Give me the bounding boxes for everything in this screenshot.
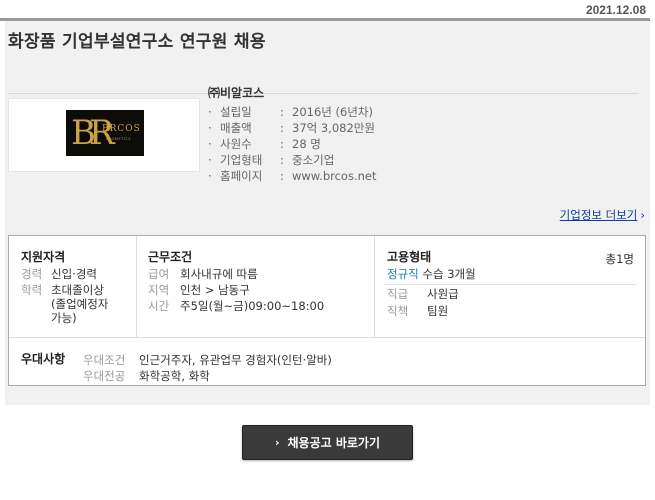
company-name: ㈜비알코스 <box>208 86 265 100</box>
employment-divider <box>385 284 636 285</box>
career-row: 경력 신입·경력 <box>21 267 97 281</box>
headcount: 총1명 <box>605 252 634 266</box>
company-detail-item: · 기업형태: 중소기업 <box>208 153 335 167</box>
education-row: 학력 초대졸이상 <box>21 283 104 297</box>
conditions-heading: 근무조건 <box>148 250 193 264</box>
education-note-end: 가능) <box>51 311 77 325</box>
employment-heading: 고용형태 <box>387 250 432 264</box>
preference-major-row: 우대전공 화학공학, 화학 <box>83 369 210 383</box>
company-logo: BR BRCOS COSMETICS <box>66 110 144 156</box>
company-detail-item: · 홈페이지: www.brcos.net <box>208 169 377 183</box>
chevron-right-icon: › <box>640 208 645 222</box>
employment-section: 고용형태 총1명 정규직 수습 3개월 직급 사원급 직책 팀원 <box>375 236 646 337</box>
education-note: (졸업예정자 <box>51 297 109 311</box>
posting-date: 2021.12.08 <box>585 3 646 17</box>
job-title: 화장품 기업부설연구소 연구원 채용 <box>8 32 266 52</box>
rank-row: 직급 사원급 <box>387 287 459 301</box>
section-divider <box>9 337 645 338</box>
region-row: 지역 인천 > 남동구 <box>148 283 250 297</box>
company-detail-item: · 설립일:2016년 (6년차) <box>208 105 373 119</box>
company-more-label: 기업정보 더보기 <box>559 208 638 222</box>
pay-row: 급여 회사내규에 따름 <box>148 267 258 281</box>
qualification-section: 지원자격 경력 신입·경력 학력 초대졸이상 (졸업예정자 가능) <box>9 236 137 337</box>
company-detail-item: · 매출액:37억 3,082만원 <box>208 121 375 135</box>
job-conditions-table: 지원자격 경력 신입·경력 학력 초대졸이상 (졸업예정자 가능) 근무조건 급여 회… <box>8 235 646 386</box>
qualification-heading: 지원자격 <box>21 250 66 264</box>
company-logo-box[interactable]: BR BRCOS COSMETICS <box>8 98 200 172</box>
company-details: · 설립일:2016년 (6년차) · 매출액:37억 3,082만원 · 사원수:2… <box>208 104 376 184</box>
chevron-right-icon: › <box>274 436 280 449</box>
company-more-link[interactable]: 기업정보 더보기 › <box>560 207 645 223</box>
preference-condition-row: 우대조건 인근거주자, 유관업무 경험자(인턴·알바) <box>83 353 332 367</box>
logo-sub: COSMETICS <box>106 137 131 141</box>
view-posting-button[interactable]: › 채용공고 바로가기 <box>242 425 413 460</box>
preference-heading: 우대사항 <box>21 352 66 366</box>
conditions-section: 근무조건 급여 회사내규에 따름 지역 인천 > 남동구 시간 주5일(월~금)09:… <box>137 236 375 337</box>
employment-type: 정규직 <box>387 267 419 281</box>
date-header: 2021.12.08 <box>0 0 650 21</box>
employment-type-row: 정규직 수습 3개월 <box>387 267 476 281</box>
logo-name: BRCOS <box>102 124 141 134</box>
view-posting-label: 채용공고 바로가기 <box>287 436 381 450</box>
company-info: ㈜비알코스 · 설립일:2016년 (6년차) · 매출액:37억 3,082만원 … <box>208 84 376 184</box>
duty-row: 직책 팀원 <box>387 304 449 318</box>
hours-row: 시간 주5일(월~금)09:00~18:00 <box>148 299 325 313</box>
company-detail-item: · 사원수:28 명 <box>208 137 321 151</box>
